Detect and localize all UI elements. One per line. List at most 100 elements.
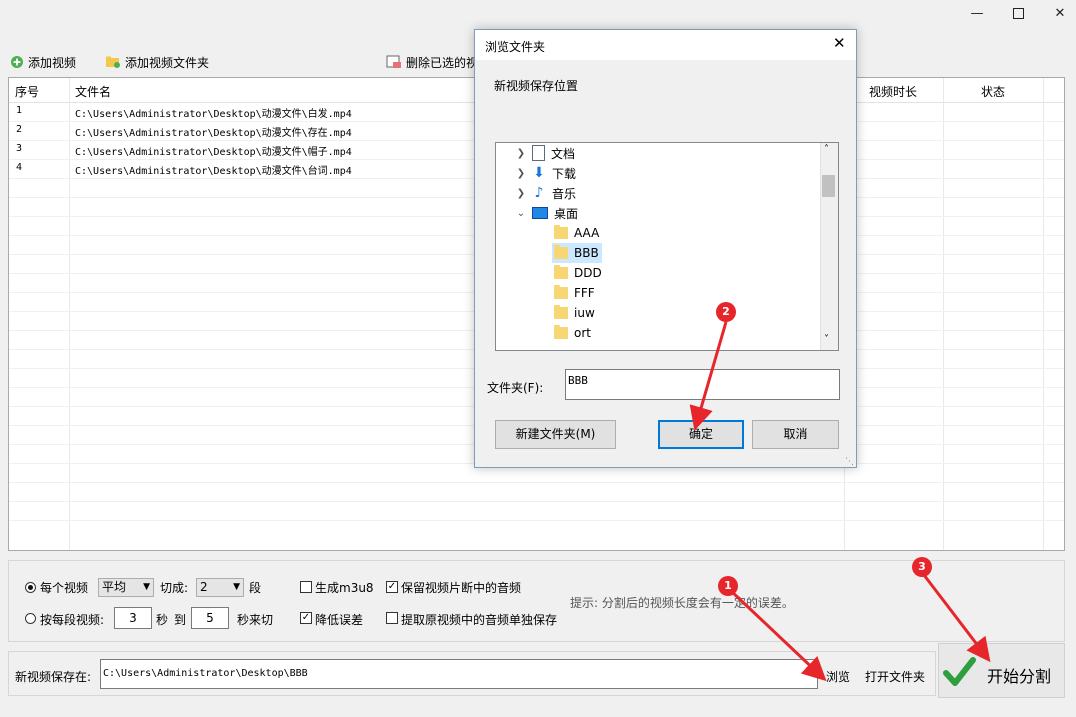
hint-text: 提示: 分割后的视频长度会有一定的误差。 xyxy=(570,596,794,610)
tree-item-label: DDD xyxy=(574,266,602,280)
row-filename: C:\Users\Administrator\Desktop\动漫文件\帽子.m… xyxy=(75,147,352,158)
per-video-radio[interactable] xyxy=(25,582,36,593)
from-seconds-input[interactable]: 3 xyxy=(114,607,152,629)
scroll-thumb[interactable] xyxy=(822,175,835,197)
folder-icon xyxy=(554,225,568,239)
add-folder-label: 添加视频文件夹 xyxy=(125,55,210,70)
tree-item-folder[interactable]: iuw xyxy=(554,303,595,323)
tree-item-folder[interactable]: AAA xyxy=(554,223,599,243)
split-mode-select[interactable]: 平均 ▼ xyxy=(98,578,154,597)
maximize-icon xyxy=(1012,7,1024,19)
cut-into-label: 切成: xyxy=(160,581,189,595)
folder-icon xyxy=(554,305,568,319)
tree-item-folder[interactable]: DDD xyxy=(554,263,602,283)
tree-item-label: FFF xyxy=(574,286,595,300)
tree-item-label: ort xyxy=(574,326,591,340)
tree-scrollbar[interactable]: ˄ ˅ xyxy=(820,143,838,350)
gen-m3u8-checkbox[interactable] xyxy=(300,581,312,593)
tree-item-folder[interactable]: FFF xyxy=(554,283,595,303)
col-duration[interactable]: 视频时长 xyxy=(869,83,917,100)
add-video-button[interactable]: 添加视频 xyxy=(10,52,76,72)
dialog-close-icon[interactable]: ✕ xyxy=(833,34,846,52)
maximize-button[interactable] xyxy=(995,0,1041,26)
to-label: 到 xyxy=(174,613,187,627)
row-filename: C:\Users\Administrator\Desktop\动漫文件\白发.m… xyxy=(75,109,352,120)
new-folder-button[interactable]: 新建文件夹(M) xyxy=(495,420,616,449)
tree-item-label: 音乐 xyxy=(552,186,577,201)
empty-row xyxy=(9,482,1064,502)
col-index[interactable]: 序号 xyxy=(15,83,39,100)
chevron-right-icon[interactable]: ❯ xyxy=(516,148,526,159)
per-segment-label[interactable]: 按每段视频: xyxy=(40,611,104,628)
row-index: 2 xyxy=(16,124,23,135)
chevron-right-icon[interactable]: ❯ xyxy=(516,168,526,179)
row-index: 1 xyxy=(16,105,23,116)
close-window-button[interactable]: ✕ xyxy=(1037,0,1076,26)
chevron-down-icon[interactable]: ⌄ xyxy=(516,208,526,219)
chevron-down-icon: ▼ xyxy=(143,582,150,592)
delete-selected-button[interactable]: 删除已选的视 xyxy=(386,52,478,72)
row-filename: C:\Users\Administrator\Desktop\动漫文件\存在.m… xyxy=(75,128,352,139)
annotation-badge: 3 xyxy=(912,557,932,577)
add-folder-button[interactable]: 添加视频文件夹 xyxy=(105,52,209,72)
tree-item-folder[interactable]: ort xyxy=(554,323,591,343)
minimize-button[interactable]: — xyxy=(954,0,1000,26)
desktop-icon xyxy=(532,207,548,219)
to-seconds-input[interactable]: 5 xyxy=(191,607,229,629)
resize-grip-icon[interactable]: ⋱ xyxy=(845,457,854,467)
col-filename[interactable]: 文件名 xyxy=(75,83,111,100)
minimize-icon: — xyxy=(970,5,984,21)
save-path-input[interactable]: C:\Users\Administrator\Desktop\BBB xyxy=(100,659,818,689)
start-split-button[interactable]: 开始分割 xyxy=(938,643,1065,698)
tree-item-label: 下载 xyxy=(552,166,577,181)
col-status[interactable]: 状态 xyxy=(981,83,1005,100)
tree-item-folder-selected[interactable]: BBB xyxy=(552,243,602,263)
folder-icon xyxy=(554,245,568,259)
add-video-label: 添加视频 xyxy=(28,55,77,70)
delete-selected-label: 删除已选的视 xyxy=(406,55,479,70)
reduce-error-label[interactable]: 降低误差 xyxy=(315,611,363,628)
folder-name-value: BBB xyxy=(568,374,588,387)
per-segment-radio[interactable] xyxy=(25,613,36,624)
scroll-down-icon[interactable]: ˅ xyxy=(824,334,829,345)
split-options-panel xyxy=(8,560,1065,642)
scroll-up-icon[interactable]: ˄ xyxy=(824,144,829,155)
tree-item-music[interactable]: ❯ ♪ 音乐 xyxy=(516,183,576,203)
extract-audio-checkbox[interactable] xyxy=(386,612,398,624)
cancel-button[interactable]: 取消 xyxy=(752,420,839,449)
folder-icon xyxy=(554,265,568,279)
save-path-value: C:\Users\Administrator\Desktop\BBB xyxy=(103,668,308,679)
tree-item-documents[interactable]: ❯ 文档 xyxy=(516,143,575,163)
ok-button[interactable]: 确定 xyxy=(658,420,744,449)
folder-name-input[interactable]: BBB xyxy=(565,369,840,400)
browse-folder-dialog: 浏览文件夹 ✕ 新视频保存位置 ❯ 文档 ❯ ⬇ 下载 ❯ ♪ 音乐 ⌄ 桌面 … xyxy=(474,29,857,468)
document-icon xyxy=(532,145,545,161)
folder-tree[interactable]: ❯ 文档 ❯ ⬇ 下载 ❯ ♪ 音乐 ⌄ 桌面 AAA BBB DDD FFF … xyxy=(495,142,839,351)
tree-item-label: 桌面 xyxy=(554,206,579,221)
segments-value: 2 xyxy=(200,580,208,594)
folder-field-label: 文件夹(F): xyxy=(487,381,544,395)
tree-item-desktop[interactable]: ⌄ 桌面 xyxy=(516,203,578,223)
row-filename: C:\Users\Administrator\Desktop\动漫文件\台词.m… xyxy=(75,166,352,177)
segments-select[interactable]: 2 ▼ xyxy=(196,578,244,597)
browse-button[interactable]: 浏览 xyxy=(826,668,850,685)
keep-audio-label[interactable]: 保留视频片断中的音频 xyxy=(401,579,521,596)
extract-audio-label[interactable]: 提取原视频中的音频单独保存 xyxy=(401,611,557,628)
open-folder-button[interactable]: 打开文件夹 xyxy=(865,668,925,685)
folder-icon xyxy=(554,325,568,339)
add-folder-icon xyxy=(106,56,120,68)
per-video-label[interactable]: 每个视频 xyxy=(40,579,88,596)
delete-list-icon xyxy=(386,55,401,68)
dialog-title: 浏览文件夹 xyxy=(485,40,546,54)
checkmark-icon xyxy=(943,657,976,686)
start-split-label: 开始分割 xyxy=(987,667,1052,686)
keep-audio-checkbox[interactable]: ✓ xyxy=(386,581,398,593)
gen-m3u8-label[interactable]: 生成m3u8 xyxy=(315,579,374,596)
tree-item-downloads[interactable]: ❯ ⬇ 下载 xyxy=(516,163,576,183)
split-mode-value: 平均 xyxy=(102,580,127,594)
row-index: 4 xyxy=(16,162,23,173)
download-arrow-icon: ⬇ xyxy=(533,165,545,181)
chevron-right-icon[interactable]: ❯ xyxy=(516,188,526,199)
reduce-error-checkbox[interactable]: ✓ xyxy=(300,612,312,624)
row-index: 3 xyxy=(16,143,23,154)
